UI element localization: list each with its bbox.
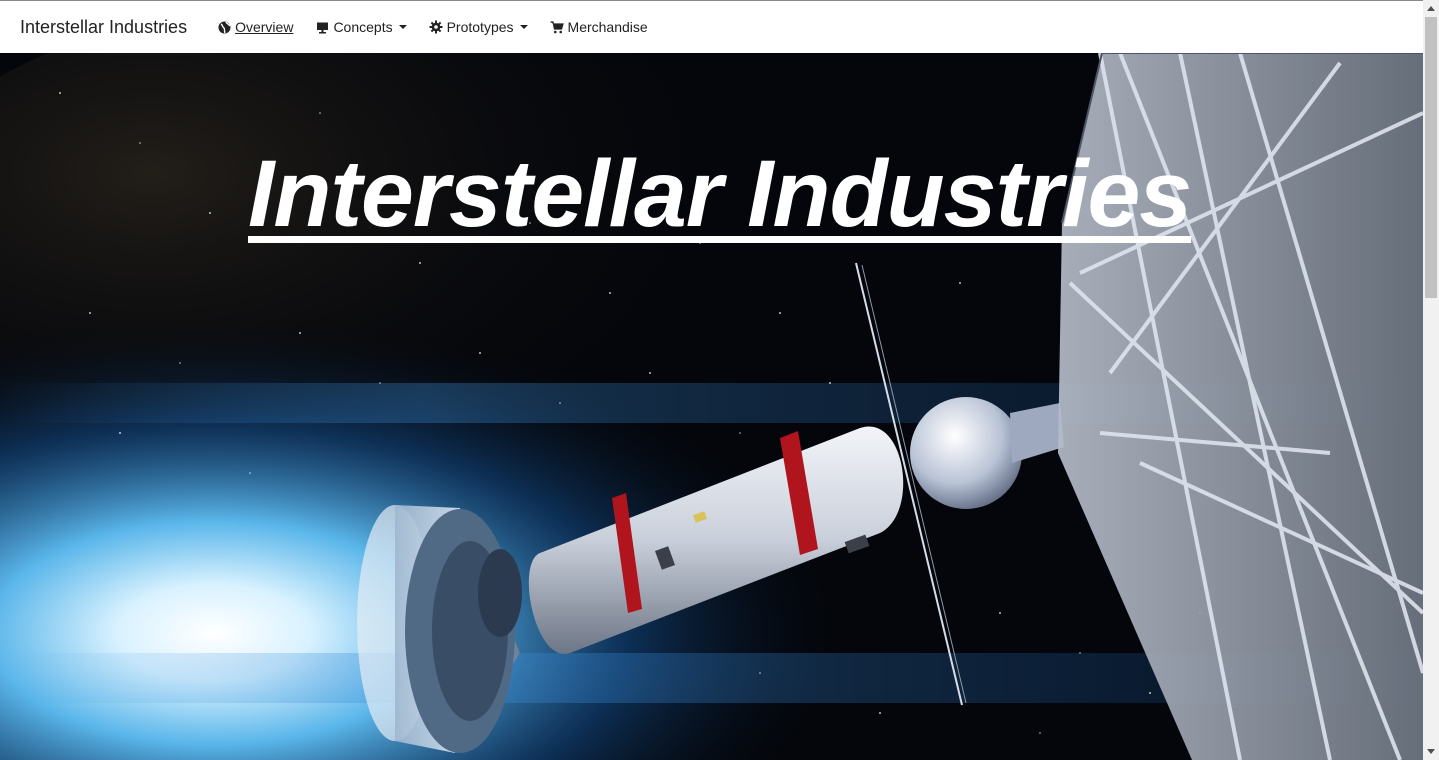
scrollbar-thumb[interactable] xyxy=(1425,17,1437,298)
chevron-up-icon xyxy=(1427,6,1435,11)
globe-icon xyxy=(217,20,232,34)
nav-item-prototypes[interactable]: Prototypes xyxy=(429,19,528,35)
scroll-down-button[interactable] xyxy=(1423,743,1439,760)
nav-item-prototypes-label: Prototypes xyxy=(446,19,514,35)
hero-banner: Interstellar Industries xyxy=(0,53,1423,760)
vertical-scrollbar[interactable] xyxy=(1423,0,1439,760)
navbar: Interstellar Industries Overview Concept… xyxy=(0,1,1423,53)
nav-item-overview[interactable]: Overview xyxy=(217,19,293,35)
nav-item-merchandise-label: Merchandise xyxy=(567,19,648,35)
gear-icon xyxy=(429,20,444,34)
nav-item-concepts[interactable]: Concepts xyxy=(315,19,407,35)
chevron-down-icon xyxy=(398,25,407,29)
chevron-down-icon xyxy=(519,25,528,29)
hero-title: Interstellar Industries xyxy=(248,140,1192,247)
engine-module xyxy=(357,505,522,753)
monitor-icon xyxy=(315,20,330,34)
navbar-brand[interactable]: Interstellar Industries xyxy=(20,17,187,38)
nav-item-merchandise[interactable]: Merchandise xyxy=(550,19,648,35)
cart-icon xyxy=(550,20,565,34)
nav-item-overview-label: Overview xyxy=(235,19,294,35)
nav-item-concepts-label: Concepts xyxy=(333,19,393,35)
chevron-down-icon xyxy=(1427,749,1435,754)
scroll-up-button[interactable] xyxy=(1423,0,1439,17)
